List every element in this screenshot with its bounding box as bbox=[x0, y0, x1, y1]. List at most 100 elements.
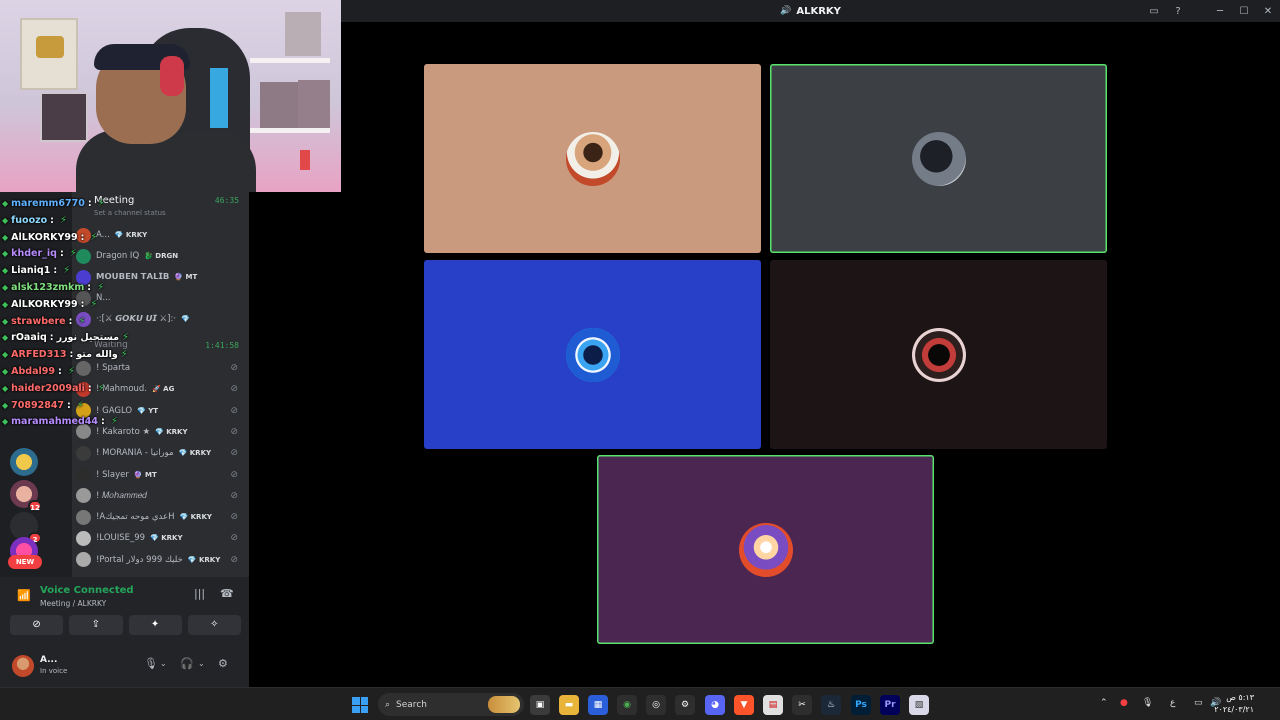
chat-username: Lianiq1 bbox=[11, 265, 51, 277]
voice-location[interactable]: Meeting / ALKRKY bbox=[40, 599, 106, 608]
waiting-user-name: ! 𝑀𝑜ℎ𝑎𝑚𝑚𝑒𝑑 bbox=[96, 490, 148, 501]
server-icon[interactable]: 2 bbox=[10, 512, 42, 544]
premiere-icon[interactable]: Pr bbox=[880, 695, 900, 715]
badge-icon: ◆ bbox=[2, 199, 9, 208]
share-screen-button[interactable]: ⇪ bbox=[69, 615, 123, 635]
chat-message: ◆ maremm6770: ⚡ bbox=[2, 196, 302, 213]
activities-button[interactable]: ✦ bbox=[128, 615, 182, 635]
voice-panel: 📶 Voice Connected Meeting / ALKRKY ||| ☎… bbox=[0, 577, 249, 687]
headphones-icon[interactable]: 🎧 bbox=[180, 657, 194, 670]
chevron-up-icon[interactable]: ⌃ bbox=[1100, 698, 1108, 708]
clock-date: ٢٠٢٤/٠٣/٢١ bbox=[1214, 705, 1254, 714]
discord-icon[interactable]: ◕ bbox=[705, 695, 725, 715]
avatar bbox=[76, 530, 91, 546]
network-icon[interactable]: ▭ bbox=[1194, 698, 1203, 708]
waiting-user[interactable]: ! MORANIA - موراتيا 💎 KRKY ⊘ bbox=[76, 443, 246, 463]
waiting-user[interactable]: !Aعدي موحه تمجيكH 💎 KRKY ⊘ bbox=[76, 507, 246, 527]
chat-message: ◆ alsk123zmkm: ⚡ bbox=[2, 280, 302, 297]
voice-connected-label: Voice Connected bbox=[40, 585, 134, 596]
steam-icon[interactable]: ♨ bbox=[821, 695, 841, 715]
signal-icon[interactable]: 📶 bbox=[17, 589, 31, 602]
chat-message: ◆ 70892847: ⚡ bbox=[2, 398, 302, 415]
emote-icon: ⚡ bbox=[90, 231, 98, 243]
chat-username: 70892847 bbox=[11, 399, 65, 411]
soundboard-button[interactable]: ✧ bbox=[187, 615, 241, 635]
microphone-tray-icon[interactable]: 🎙 bbox=[1142, 698, 1153, 708]
close-button[interactable]: ✕ bbox=[1256, 6, 1280, 17]
gear-icon[interactable]: ⚙ bbox=[218, 657, 228, 670]
taskbar-search[interactable]: ⌕ Search bbox=[378, 693, 524, 716]
badge-icon: ◆ bbox=[2, 400, 9, 410]
task-view-icon[interactable]: ▣ bbox=[530, 695, 550, 715]
participant-tile[interactable] bbox=[424, 260, 761, 449]
search-icon: ⌕ bbox=[385, 699, 391, 710]
waiting-user-tag: 💎 KRKY bbox=[150, 534, 183, 543]
window-controls: ▭ ? ─ ☐ ✕ bbox=[1142, 0, 1280, 22]
waiting-user[interactable]: !LOUISE_99 💎 KRKY ⊘ bbox=[76, 528, 246, 548]
chevron-down-icon[interactable]: ⌄ bbox=[198, 659, 205, 668]
emote-icon: ⚡ bbox=[76, 399, 84, 411]
webcam-overlay bbox=[0, 0, 341, 192]
chat-message: ◆ Lianiq1: ⚡ bbox=[2, 263, 302, 280]
participant-tile[interactable] bbox=[597, 455, 934, 644]
store-icon[interactable]: ▦ bbox=[588, 695, 608, 715]
chrome-icon[interactable]: ◉ bbox=[617, 695, 637, 715]
capcut-icon[interactable]: ✂ bbox=[792, 695, 812, 715]
emote-icon: ⚡ bbox=[97, 382, 105, 394]
discord-tray-icon[interactable]: ● bbox=[1120, 698, 1128, 708]
photoshop-icon[interactable]: Ps bbox=[851, 695, 871, 715]
avatar[interactable] bbox=[12, 655, 34, 677]
waiting-user-name: !Portal خليك 999 دولار bbox=[96, 554, 183, 565]
server-icon[interactable]: 12 bbox=[10, 480, 42, 512]
participant-tile[interactable] bbox=[770, 260, 1107, 449]
language-indicator[interactable]: ع bbox=[1170, 698, 1175, 708]
chat-message: ◆ AlLKORKY99: ⚡ bbox=[2, 230, 302, 247]
waiting-user[interactable]: ! Slayer 🔮 MT ⊘ bbox=[76, 465, 246, 485]
camera-off-button[interactable]: ⊘ bbox=[10, 615, 64, 635]
chat-username: AlLKORKY99 bbox=[11, 298, 78, 310]
window-title: 🔊 ALKRKY bbox=[780, 6, 841, 17]
obs-icon[interactable]: ◎ bbox=[646, 695, 666, 715]
app-icon[interactable]: ▧ bbox=[909, 695, 929, 715]
disconnect-icon[interactable]: ☎ bbox=[220, 587, 234, 600]
title-bar: 🔊 ALKRKY ▭ ? ─ ☐ ✕ bbox=[341, 0, 1280, 22]
noise-suppression-icon[interactable]: ||| bbox=[194, 587, 205, 600]
waiting-user-name: !Aعدي موحه تمجيكH bbox=[96, 512, 175, 523]
participant-tile[interactable] bbox=[770, 64, 1107, 253]
waiting-user[interactable]: ! 𝑀𝑜ℎ𝑎𝑚𝑚𝑒𝑑 ⊘ bbox=[76, 486, 246, 506]
chat-message: ◆ fuoozo: ⚡ bbox=[2, 213, 302, 230]
badge-icon: ◆ bbox=[2, 316, 9, 326]
emote-icon: ⚡ bbox=[110, 416, 118, 428]
emote-icon: ⚡ bbox=[67, 365, 75, 377]
maximize-button[interactable]: ☐ bbox=[1232, 6, 1256, 17]
deafened-icon: ⊘ bbox=[230, 490, 238, 501]
help-icon[interactable]: ? bbox=[1166, 6, 1190, 17]
brave-icon[interactable]: ▼ bbox=[734, 695, 754, 715]
file-explorer-icon[interactable]: ▬ bbox=[559, 695, 579, 715]
chevron-down-icon[interactable]: ⌄ bbox=[160, 659, 167, 668]
minimize-button[interactable]: ─ bbox=[1208, 6, 1232, 17]
waiting-user[interactable]: !Portal خليك 999 دولار 💎 KRKY ⊘ bbox=[76, 550, 246, 570]
participant-tile[interactable] bbox=[424, 64, 761, 253]
editor-icon[interactable]: ▤ bbox=[763, 695, 783, 715]
inbox-icon[interactable]: ▭ bbox=[1142, 6, 1166, 17]
avatar bbox=[76, 445, 91, 461]
clock-time: ٥:١٣ ص bbox=[1226, 693, 1254, 702]
chat-username: fuoozo bbox=[11, 214, 48, 226]
badge-icon: ◆ bbox=[2, 282, 9, 292]
chat-username: rOaaiq bbox=[11, 332, 47, 344]
server-icon[interactable] bbox=[10, 448, 38, 476]
chat-message: ◆ Abdal99: ⚡ bbox=[2, 364, 302, 381]
start-button[interactable] bbox=[352, 697, 368, 713]
settings-icon[interactable]: ⚙ bbox=[675, 695, 695, 715]
deafened-icon: ⊘ bbox=[230, 512, 238, 523]
microphone-icon[interactable]: 🎙 bbox=[144, 657, 158, 670]
mention-badge: 12 bbox=[28, 500, 42, 512]
waiting-user-tag: 💎 KRKY bbox=[179, 513, 212, 522]
avatar bbox=[76, 552, 91, 568]
clock[interactable]: ٥:١٣ ص ٢٠٢٤/٠٣/٢١ bbox=[1214, 692, 1254, 716]
waiting-user-tag: 🔮 MT bbox=[133, 470, 157, 479]
avatar bbox=[76, 488, 91, 504]
deafened-icon: ⊘ bbox=[230, 469, 238, 480]
chat-username: khder_iq bbox=[11, 248, 57, 260]
